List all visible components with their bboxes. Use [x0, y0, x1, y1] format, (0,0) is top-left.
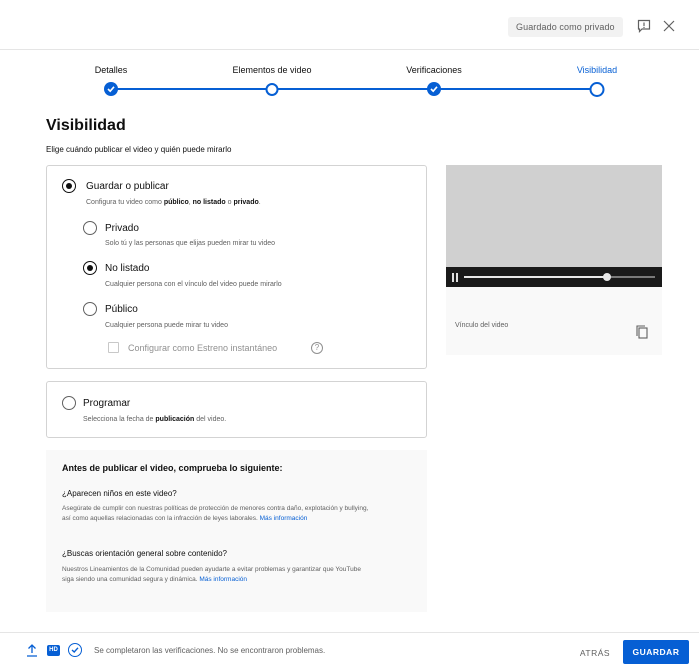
- copy-icon[interactable]: [636, 325, 648, 339]
- video-scrubber-handle[interactable]: [603, 273, 612, 281]
- schedule-label[interactable]: Programar: [83, 398, 130, 409]
- public-radio[interactable]: [83, 302, 97, 316]
- save-publish-card: Guardar o publicar Configura tu video co…: [46, 165, 427, 369]
- feedback-icon[interactable]: [636, 18, 652, 34]
- save-publish-desc: Configura tu video como público, no list…: [86, 199, 261, 206]
- public-label[interactable]: Público: [105, 304, 138, 315]
- checklist-question-guidelines: ¿Buscas orientación general sobre conten…: [62, 549, 227, 558]
- instant-premiere-label[interactable]: Configurar como Estreno instantáneo: [128, 343, 277, 353]
- step-label-checks[interactable]: Verificaciones: [406, 65, 462, 75]
- checklist-title: Antes de publicar el video, comprueba lo…: [62, 463, 283, 473]
- checklist-question-children: ¿Aparecen niños en este video?: [62, 489, 177, 498]
- page-subtitle: Elige cuándo publicar el video y quién p…: [46, 145, 232, 154]
- visibility-stepper: Detalles Elementos de video Verificacion…: [0, 58, 699, 103]
- close-icon[interactable]: [661, 18, 677, 34]
- hd-icon[interactable]: HD: [47, 645, 60, 656]
- checklist-text-guidelines: Nuestros Lineamientos de la Comunidad pu…: [62, 566, 361, 583]
- schedule-card: Programar Selecciona la fecha de publica…: [46, 381, 427, 438]
- upload-icon[interactable]: [26, 644, 38, 657]
- footer-status-text: Se completaron las verificaciones. No se…: [94, 646, 326, 655]
- schedule-desc: Selecciona la fecha de publicación del v…: [83, 416, 227, 423]
- save-publish-label[interactable]: Guardar o publicar: [86, 181, 169, 192]
- save-publish-radio[interactable]: [62, 179, 76, 193]
- pre-publish-checklist: Antes de publicar el video, comprueba lo…: [46, 450, 427, 612]
- private-radio[interactable]: [83, 221, 97, 235]
- unlisted-desc: Cualquier persona con el vínculo del vid…: [105, 281, 282, 288]
- checks-complete-icon[interactable]: [68, 643, 82, 657]
- learn-more-link-children[interactable]: Más información: [260, 515, 308, 522]
- unlisted-label[interactable]: No listado: [105, 263, 149, 274]
- saved-status-badge: Guardado como privado: [508, 17, 623, 37]
- video-progress-bar[interactable]: [464, 273, 655, 281]
- learn-more-link-guidelines[interactable]: Más información: [199, 576, 247, 583]
- video-link-label: Vínculo del video: [455, 322, 509, 329]
- video-progress-fill: [464, 276, 608, 278]
- help-icon[interactable]: ?: [311, 342, 323, 354]
- step-label-video-elements[interactable]: Elementos de video: [232, 65, 311, 75]
- schedule-radio[interactable]: [62, 396, 76, 410]
- top-bar: Guardado como privado: [0, 0, 699, 50]
- private-label[interactable]: Privado: [105, 223, 139, 234]
- video-preview-panel: Vínculo del video: [446, 165, 662, 355]
- step-label-details[interactable]: Detalles: [95, 65, 128, 75]
- instant-premiere-checkbox[interactable]: [108, 342, 119, 353]
- private-desc: Solo tú y las personas que elijas pueden…: [105, 240, 276, 247]
- unlisted-radio[interactable]: [83, 261, 97, 275]
- back-button[interactable]: ATRÁS: [572, 642, 618, 664]
- pause-icon[interactable]: [452, 273, 459, 282]
- public-desc: Cualquier persona puede mirar tu video: [105, 322, 228, 329]
- step-label-visibility[interactable]: Visibilidad: [577, 65, 617, 75]
- checklist-text-children: Asegúrate de cumplir con nuestras políti…: [62, 505, 369, 522]
- video-controls: [446, 267, 662, 287]
- save-button[interactable]: GUARDAR: [623, 640, 689, 664]
- page-title: Visibilidad: [46, 117, 126, 134]
- step-checks-done-icon[interactable]: [427, 82, 441, 96]
- step-visibility-current-icon[interactable]: [589, 82, 605, 97]
- footer-bar: HD Se completaron las verificaciones. No…: [0, 632, 699, 666]
- stepper-track: [111, 88, 597, 90]
- step-details-done-icon[interactable]: [104, 82, 118, 96]
- step-video-elements-icon[interactable]: [265, 83, 279, 96]
